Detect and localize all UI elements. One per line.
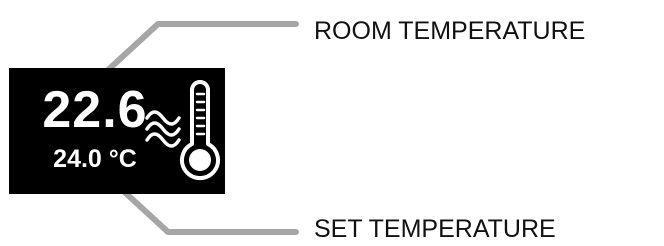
thermometer-icon xyxy=(180,80,220,181)
room-temperature-callout-line xyxy=(105,21,299,73)
set-temperature-label: SET TEMPERATURE xyxy=(314,215,556,243)
set-temperature-value: 24.0 °C xyxy=(53,145,137,173)
room-temperature-label: ROOM TEMPERATURE xyxy=(314,17,586,45)
room-temperature-value: 22.6 xyxy=(42,81,148,139)
thermostat-display: 22.6 24.0 °C xyxy=(9,68,225,194)
